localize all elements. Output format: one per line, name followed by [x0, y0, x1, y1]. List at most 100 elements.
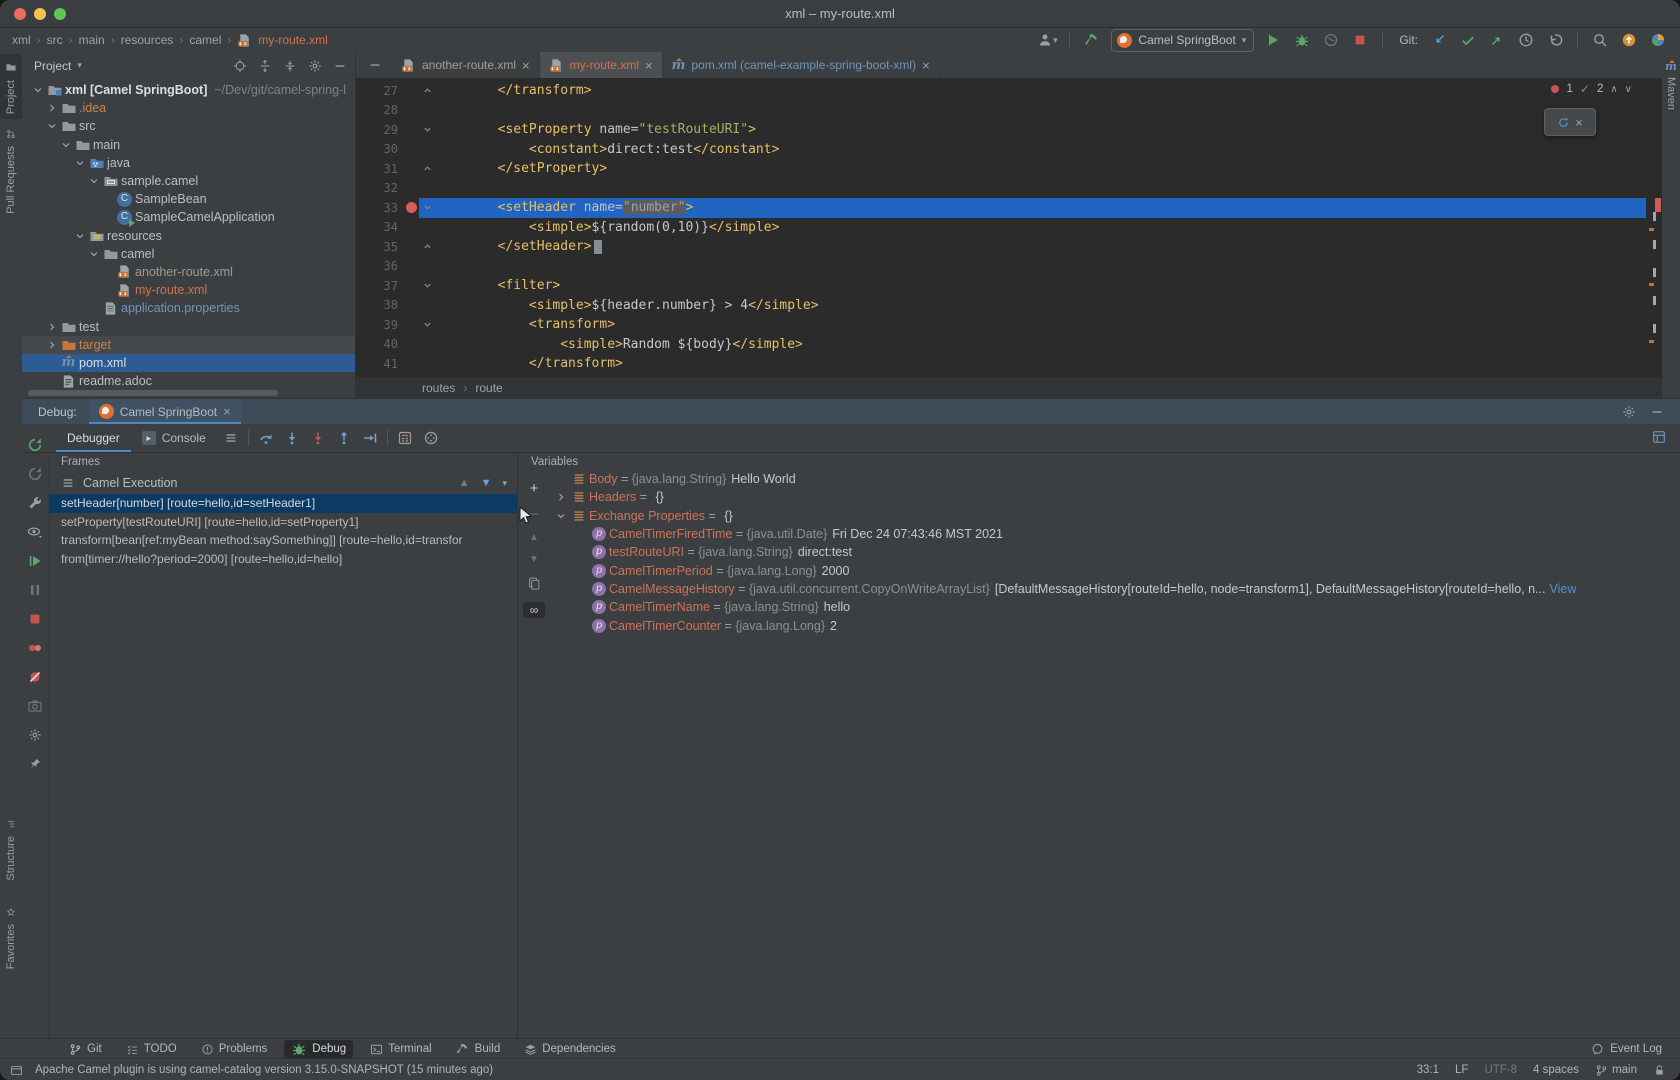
- tool-window-button-debug[interactable]: Debug: [284, 1040, 353, 1058]
- tool-strip-pull-requests[interactable]: Pull Requests: [0, 122, 22, 219]
- inspection-widget[interactable]: 1 ✓ 2 ∧ ∨: [1551, 82, 1632, 96]
- line-number[interactable]: 35: [356, 240, 403, 254]
- build-hammer-icon[interactable]: [1082, 30, 1102, 50]
- project-tree-item[interactable]: target: [22, 336, 355, 354]
- show-watches-icon[interactable]: ∞: [519, 602, 549, 618]
- event-log-button[interactable]: Event Log: [1591, 1043, 1680, 1056]
- debug-settings-icon[interactable]: [1622, 405, 1636, 419]
- select-opened-file-icon[interactable]: [233, 59, 247, 73]
- fold-icon[interactable]: [419, 280, 435, 291]
- project-tree-item[interactable]: mpom.xml: [22, 354, 355, 372]
- project-horizontal-scrollbar[interactable]: [28, 390, 278, 396]
- tree-chevron-icon[interactable]: [30, 84, 45, 96]
- editor-tab[interactable]: my-route.xml×: [540, 52, 663, 78]
- editor-tab[interactable]: mpom.xml (camel-example-spring-boot-xml)…: [663, 52, 940, 78]
- expand-all-icon[interactable]: [258, 59, 272, 73]
- run-to-cursor-icon[interactable]: [362, 430, 378, 446]
- maven-reload-popup[interactable]: ×: [1544, 108, 1596, 136]
- updates-available-icon[interactable]: [1619, 30, 1639, 50]
- line-number[interactable]: 30: [356, 142, 403, 156]
- code-line[interactable]: 29 <setProperty name="testRouteURI">: [356, 120, 1646, 140]
- code-line[interactable]: 28: [356, 101, 1646, 121]
- project-tree-item[interactable]: test: [22, 317, 355, 335]
- debug-tab-console[interactable]: ▸Console: [131, 424, 217, 452]
- indent-setting[interactable]: 4 spaces: [1533, 1064, 1579, 1076]
- breadcrumb-item[interactable]: xml: [12, 33, 31, 47]
- profiler-button[interactable]: [1321, 30, 1341, 50]
- dismiss-popup-icon[interactable]: ×: [1575, 116, 1583, 129]
- view-link[interactable]: View: [1549, 582, 1582, 596]
- code-line[interactable]: 35 </setHeader>: [356, 237, 1646, 257]
- close-tab-icon[interactable]: ×: [922, 59, 930, 72]
- code-line[interactable]: 40 <simple>Random ${body}</simple>: [356, 335, 1646, 355]
- project-tree-item[interactable]: application.properties: [22, 299, 355, 317]
- close-tab-icon[interactable]: ×: [522, 59, 530, 72]
- tool-strip-favorites[interactable]: Favorites: [0, 900, 22, 974]
- frame-row[interactable]: transform[bean[ref:myBean method:saySome…: [49, 531, 517, 550]
- project-view-dropdown-icon[interactable]: ▾: [77, 60, 82, 71]
- line-number[interactable]: 34: [356, 220, 403, 234]
- tree-chevron-icon[interactable]: [44, 321, 59, 333]
- add-watch-icon[interactable]: +: [519, 480, 549, 497]
- variable-chevron-icon[interactable]: [553, 491, 569, 503]
- line-number[interactable]: 41: [356, 357, 403, 371]
- next-problem-icon[interactable]: ∨: [1625, 84, 1632, 95]
- variable-row[interactable]: pCamelTimerCounter = {java.lang.Long}2: [549, 616, 1680, 634]
- minimize-window-button[interactable]: [34, 8, 46, 20]
- project-tree-item[interactable]: readme.adoc: [22, 372, 355, 390]
- fold-icon[interactable]: [419, 319, 435, 330]
- restore-layout-icon[interactable]: [1652, 430, 1666, 444]
- user-profile-icon[interactable]: ▾: [1037, 30, 1057, 50]
- line-number[interactable]: 27: [356, 84, 403, 98]
- breadcrumb-item[interactable]: main: [79, 33, 105, 47]
- resume-program-icon[interactable]: [27, 553, 43, 569]
- line-number[interactable]: 37: [356, 279, 403, 293]
- project-settings-icon[interactable]: [308, 59, 322, 73]
- git-branch-widget[interactable]: main: [1595, 1064, 1637, 1077]
- tool-strip-structure[interactable]: Structure: [0, 812, 22, 886]
- variable-row[interactable]: pCamelMessageHistory = {java.util.concur…: [549, 580, 1680, 598]
- close-window-button[interactable]: [14, 8, 26, 20]
- tab-options-icon[interactable]: [368, 58, 382, 72]
- line-number[interactable]: 40: [356, 337, 403, 351]
- pin-tab-icon[interactable]: [28, 757, 42, 771]
- fold-icon[interactable]: [419, 163, 435, 174]
- collapse-all-icon[interactable]: [283, 59, 297, 73]
- variable-row[interactable]: pCamelTimerFiredTime = {java.util.Date}F…: [549, 525, 1680, 543]
- breadcrumb-item[interactable]: src: [47, 33, 63, 47]
- editor-tab[interactable]: another-route.xml×: [392, 52, 540, 78]
- line-number[interactable]: 32: [356, 181, 403, 195]
- project-tree-item[interactable]: java: [22, 154, 355, 172]
- line-separator[interactable]: LF: [1455, 1064, 1468, 1076]
- fold-icon[interactable]: [419, 241, 435, 252]
- file-encoding[interactable]: UTF-8: [1484, 1064, 1517, 1076]
- project-tree-item[interactable]: my-route.xml: [22, 281, 355, 299]
- frame-down-icon[interactable]: ▼: [481, 477, 492, 489]
- breakpoint-icon[interactable]: [403, 202, 419, 213]
- editor-breadcrumb-item[interactable]: route: [475, 381, 502, 395]
- project-tree-item[interactable]: CSampleBean: [22, 190, 355, 208]
- hide-project-panel-icon[interactable]: [333, 59, 347, 73]
- search-everywhere-icon[interactable]: [1590, 30, 1610, 50]
- debug-tab-debugger[interactable]: Debugger: [56, 424, 131, 452]
- tool-strip-maven[interactable]: m Maven: [1662, 56, 1680, 115]
- maximize-window-button[interactable]: [54, 8, 66, 20]
- run-configuration-select[interactable]: Camel SpringBoot ▾: [1111, 29, 1254, 52]
- project-tree-item[interactable]: xml [Camel SpringBoot]~/Dev/git/camel-sp…: [22, 81, 355, 99]
- code-editor[interactable]: 27 </transform>2829 <setProperty name="t…: [356, 78, 1646, 378]
- step-over-icon[interactable]: [258, 430, 274, 446]
- tool-window-button-build[interactable]: Build: [449, 1040, 508, 1058]
- line-number[interactable]: 38: [356, 298, 403, 312]
- code-line[interactable]: 39 <transform>: [356, 315, 1646, 335]
- frame-row[interactable]: setProperty[testRouteURI] [route=hello,i…: [49, 513, 517, 532]
- tool-window-switcher-icon[interactable]: [10, 1064, 23, 1077]
- variable-row[interactable]: pCamelTimerName = {java.lang.String}hell…: [549, 598, 1680, 616]
- code-line[interactable]: 37 <filter>: [356, 276, 1646, 296]
- project-tree-item[interactable]: camel: [22, 245, 355, 263]
- line-number[interactable]: 36: [356, 259, 403, 273]
- tree-chevron-icon[interactable]: [72, 230, 87, 242]
- tool-window-button-dependencies[interactable]: Dependencies: [517, 1040, 623, 1058]
- variable-row[interactable]: pCamelTimerPeriod = {java.lang.Long}2000: [549, 561, 1680, 579]
- variable-chevron-icon[interactable]: [553, 510, 569, 522]
- fold-icon[interactable]: [419, 85, 435, 96]
